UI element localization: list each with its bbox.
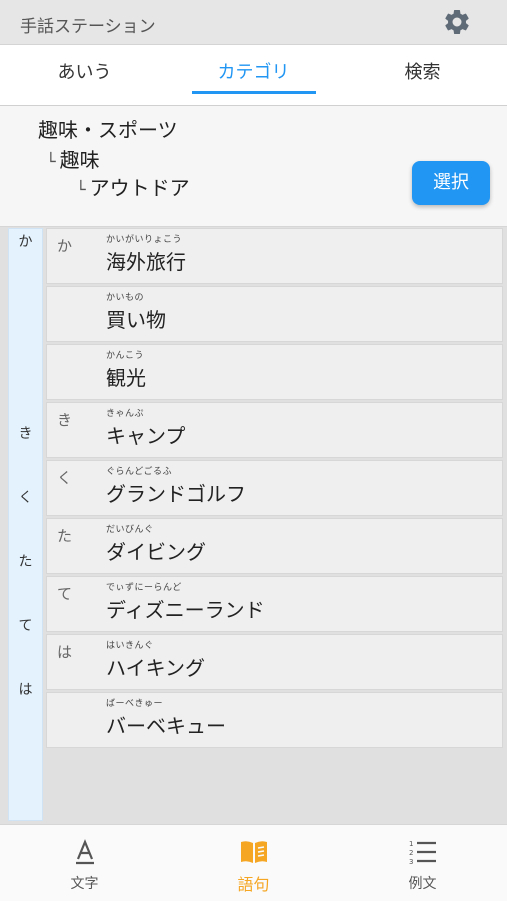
row-word: ディズニーランド xyxy=(106,598,265,622)
list-item[interactable]: き きゃんぷ キャンプ xyxy=(46,402,503,458)
list-item[interactable]: く ぐらんどごるふ グランドゴルフ xyxy=(46,460,503,516)
app-bar: 手話ステーション xyxy=(0,0,507,45)
index-letter-ka[interactable]: か xyxy=(9,231,42,251)
row-reading: ぐらんどごるふ xyxy=(106,467,172,477)
tab-aiu[interactable]: あいう xyxy=(0,45,169,105)
list-item[interactable]: て でぃずにーらんど ディズニーランド xyxy=(46,576,503,632)
row-word: グランドゴルフ xyxy=(106,482,246,506)
row-word: 買い物 xyxy=(106,308,166,332)
row-reading: きゃんぷ xyxy=(106,409,145,419)
category-breadcrumb: 趣味・スポーツ └ 趣味 └ アウトドア 選択 xyxy=(0,106,507,227)
breadcrumb-level-3-label: アウトドア xyxy=(89,176,190,200)
row-word: キャンプ xyxy=(106,424,186,448)
branch-icon: └ xyxy=(76,180,86,199)
list-item[interactable]: かんこう 観光 xyxy=(46,344,503,400)
select-button[interactable]: 選択 xyxy=(412,161,490,205)
tab-category[interactable]: カテゴリ xyxy=(169,45,338,105)
nav-label-goku: 語句 xyxy=(237,875,270,894)
svg-text:3: 3 xyxy=(409,858,413,866)
row-reading: はいきんぐ xyxy=(106,641,154,651)
list-item[interactable]: た だいびんぐ ダイビング xyxy=(46,518,503,574)
nav-item-reibun[interactable]: 1 2 3 例文 xyxy=(338,825,507,901)
app-title: 手話ステーション xyxy=(20,17,156,37)
breadcrumb-level-1: 趣味・スポーツ xyxy=(38,118,178,142)
list-item[interactable]: ばーべきゅー バーベキュー xyxy=(46,692,503,748)
svg-text:1: 1 xyxy=(409,840,413,848)
row-reading: かいもの xyxy=(106,293,145,303)
breadcrumb-level-2: └ 趣味 xyxy=(46,144,100,173)
tab-bar: あいう カテゴリ 検索 xyxy=(0,45,507,106)
row-reading: ばーべきゅー xyxy=(106,699,164,709)
breadcrumb-level-3: └ アウトドア xyxy=(76,172,190,201)
row-word: ダイビング xyxy=(106,540,206,564)
row-kana-letter: く xyxy=(57,469,73,487)
nav-label-reibun: 例文 xyxy=(408,876,437,892)
index-letter-ki[interactable]: き xyxy=(9,423,42,443)
tab-search[interactable]: 検索 xyxy=(338,45,507,105)
index-letter-ha[interactable]: は xyxy=(9,679,42,699)
row-reading: でぃずにーらんど xyxy=(106,583,182,593)
row-word: 観光 xyxy=(106,366,146,390)
row-kana-letter: き xyxy=(57,411,73,429)
row-reading: かいがいりょこう xyxy=(106,235,183,245)
row-word: バーベキュー xyxy=(106,714,226,738)
kana-index: か き く た て は xyxy=(8,228,43,821)
row-kana-letter: は xyxy=(57,643,73,661)
letter-a-icon xyxy=(76,839,94,865)
branch-icon: └ xyxy=(46,152,56,171)
row-reading: だいびんぐ xyxy=(106,525,154,535)
index-letter-te[interactable]: て xyxy=(9,615,42,635)
row-kana-letter: て xyxy=(57,585,73,603)
index-letter-ku[interactable]: く xyxy=(9,487,42,507)
nav-item-moji[interactable]: 文字 xyxy=(0,825,169,901)
nav-item-goku[interactable]: 語句 xyxy=(169,825,338,901)
numbered-list-icon: 1 2 3 xyxy=(409,840,436,866)
row-word: 海外旅行 xyxy=(106,250,186,274)
book-icon xyxy=(241,841,267,863)
list-item[interactable]: か かいがいりょこう 海外旅行 xyxy=(46,228,503,284)
row-kana-letter: た xyxy=(57,527,73,545)
breadcrumb-level-2-label: 趣味 xyxy=(59,148,100,172)
nav-label-moji: 文字 xyxy=(70,876,99,892)
index-letter-ta[interactable]: た xyxy=(9,551,42,571)
bottom-navigation: 文字 語句 1 2 3 例文 xyxy=(0,824,507,901)
row-kana-letter: か xyxy=(57,237,73,255)
svg-text:2: 2 xyxy=(409,849,413,857)
gear-icon[interactable] xyxy=(442,7,472,37)
list-item[interactable]: は はいきんぐ ハイキング xyxy=(46,634,503,690)
list-item[interactable]: かいもの 買い物 xyxy=(46,286,503,342)
row-reading: かんこう xyxy=(106,351,145,361)
row-word: ハイキング xyxy=(106,656,205,680)
active-tab-indicator xyxy=(192,91,316,94)
